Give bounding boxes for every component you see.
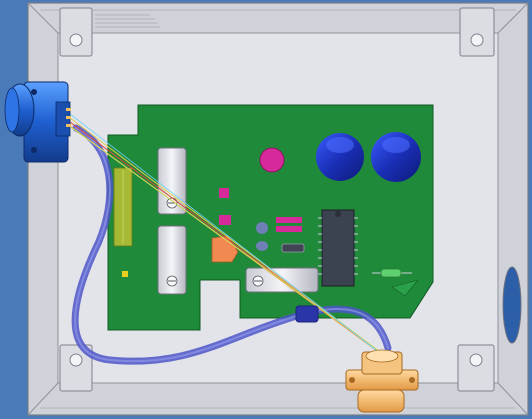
small-blue-part-1 xyxy=(256,222,268,234)
cable-sleeve xyxy=(295,305,319,323)
magenta-smd-3 xyxy=(276,217,302,223)
small-blue-part-2 xyxy=(256,241,268,251)
relay-module-2 xyxy=(157,225,187,295)
magenta-smd-2 xyxy=(219,215,231,225)
boss-top-right xyxy=(459,7,495,57)
pcb-board xyxy=(107,104,434,331)
boss-bottom-right xyxy=(457,344,495,392)
relay-module-1 xyxy=(157,147,187,215)
blue-electrolytic-capacitor-2 xyxy=(371,132,421,182)
cad-assembly-view xyxy=(0,0,532,419)
magenta-round-part xyxy=(259,147,285,173)
magenta-smd-4 xyxy=(276,226,302,232)
blue-electrolytic-capacitor-1 xyxy=(316,133,364,181)
yellow-smd xyxy=(122,271,128,277)
right-wall-opening xyxy=(502,266,522,344)
magenta-smd-1 xyxy=(219,188,229,198)
boss-top-left xyxy=(59,7,93,57)
dip-ic-chip xyxy=(318,209,358,287)
crystal xyxy=(281,243,305,253)
